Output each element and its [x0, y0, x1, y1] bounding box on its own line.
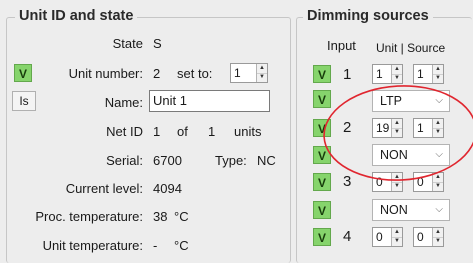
proc-temperature-unit: °C [174, 209, 189, 224]
input-3-mode-v-button[interactable]: V [313, 201, 331, 219]
spinner-arrows: ▲ ▼ [432, 173, 443, 191]
input-1-mode-v-button[interactable]: V [313, 90, 331, 108]
chevron-down-icon: ⌵ [435, 149, 443, 160]
input-4-unit-spinner[interactable]: 0 ▲ ▼ [372, 227, 403, 247]
input-3-v-button[interactable]: V [313, 173, 331, 191]
serial-value: 6700 [153, 153, 182, 168]
proc-temperature-label: Proc. temperature: [35, 209, 143, 224]
spinner-arrows: ▲ ▼ [432, 119, 443, 137]
units-label: units [234, 124, 262, 139]
spinner-down-icon[interactable]: ▼ [433, 237, 443, 246]
input-2-source-spinner[interactable]: 1 ▲ ▼ [413, 118, 444, 138]
input-2-mode-value: NON [380, 148, 408, 162]
input-4-source-spinner[interactable]: 0 ▲ ▼ [413, 227, 444, 247]
set-to-value: 1 [234, 66, 241, 80]
spinner-arrows: ▲ ▼ [391, 119, 402, 137]
unit-temperature-value: - [153, 238, 158, 253]
current-level-label: Current level: [65, 181, 143, 196]
input-1-v-button[interactable]: V [313, 65, 331, 83]
spinner-down-icon[interactable]: ▼ [392, 182, 402, 191]
units-count: 1 [208, 124, 216, 139]
input-2-mode-v-button[interactable]: V [313, 146, 331, 164]
input-2-source-value: 1 [417, 121, 424, 135]
unit-v-button[interactable]: V [14, 64, 32, 82]
input-1-mode-select[interactable]: LTP ⌵ [372, 90, 450, 112]
current-level-value: 4094 [153, 181, 182, 196]
unit-temperature-unit: °C [174, 238, 189, 253]
spinner-down-icon[interactable]: ▼ [257, 73, 267, 82]
input-3-source-spinner[interactable]: 0 ▲ ▼ [413, 172, 444, 192]
input-4-number: 4 [343, 228, 352, 245]
unit-number-value: 2 [153, 66, 161, 81]
unit-source-column-header: Unit | Source [376, 41, 446, 55]
input-1-unit-spinner[interactable]: 1 ▲ ▼ [372, 64, 403, 84]
spinner-arrows: ▲ ▼ [391, 173, 402, 191]
dimming-panel-title: Dimming sources [303, 8, 433, 24]
input-3-source-value: 0 [417, 175, 424, 189]
spinner-down-icon[interactable]: ▼ [433, 182, 443, 191]
input-1-number: 1 [343, 66, 352, 83]
net-id-label: Net ID [106, 124, 143, 139]
type-label: Type: [215, 153, 247, 168]
input-3-number: 3 [343, 173, 352, 190]
input-1-source-value: 1 [417, 67, 424, 81]
input-3-mode-value: NON [380, 203, 408, 217]
input-3-unit-spinner[interactable]: 0 ▲ ▼ [372, 172, 403, 192]
spinner-arrows: ▲ ▼ [391, 228, 402, 246]
of-label: of [177, 124, 188, 139]
unit-panel-title: Unit ID and state [15, 8, 138, 24]
chevron-down-icon: ⌵ [435, 95, 443, 106]
spinner-arrows: ▲ ▼ [256, 64, 267, 82]
spinner-down-icon[interactable]: ▼ [392, 74, 402, 83]
serial-label: Serial: [106, 153, 143, 168]
input-4-source-value: 0 [417, 230, 424, 244]
input-2-number: 2 [343, 119, 352, 136]
type-value: NC [257, 153, 276, 168]
input-2-mode-select[interactable]: NON ⌵ [372, 144, 450, 166]
set-to-label: set to: [177, 66, 213, 81]
input-4-v-button[interactable]: V [313, 228, 331, 246]
name-input[interactable]: Unit 1 [149, 90, 270, 112]
input-3-mode-select[interactable]: NON ⌵ [372, 199, 450, 221]
state-label: State [112, 36, 143, 51]
spinner-down-icon[interactable]: ▼ [433, 74, 443, 83]
spinner-down-icon[interactable]: ▼ [392, 237, 402, 246]
input-4-unit-value: 0 [376, 230, 383, 244]
input-1-source-spinner[interactable]: 1 ▲ ▼ [413, 64, 444, 84]
spinner-arrows: ▲ ▼ [432, 228, 443, 246]
spinner-arrows: ▲ ▼ [432, 65, 443, 83]
input-column-header: Input [327, 38, 356, 53]
unit-temperature-label: Unit temperature: [42, 238, 143, 253]
name-label: Name: [104, 95, 143, 110]
spinner-arrows: ▲ ▼ [391, 65, 402, 83]
is-button[interactable]: Is [12, 91, 36, 111]
chevron-down-icon: ⌵ [435, 204, 443, 215]
proc-temperature-value: 38 [153, 209, 168, 224]
input-1-mode-value: LTP [380, 94, 402, 108]
unit-id-state-group: Unit ID and state [6, 8, 291, 263]
set-to-spinner[interactable]: 1 ▲ ▼ [230, 63, 268, 83]
unit-number-label: Unit number: [68, 66, 143, 81]
input-3-unit-value: 0 [376, 175, 383, 189]
input-2-unit-value: 19 [376, 121, 390, 135]
input-1-unit-value: 1 [376, 67, 383, 81]
input-2-v-button[interactable]: V [313, 119, 331, 137]
spinner-down-icon[interactable]: ▼ [392, 128, 402, 137]
input-2-unit-spinner[interactable]: 19 ▲ ▼ [372, 118, 403, 138]
state-value: S [153, 36, 162, 51]
spinner-down-icon[interactable]: ▼ [433, 128, 443, 137]
net-id-value: 1 [153, 124, 161, 139]
